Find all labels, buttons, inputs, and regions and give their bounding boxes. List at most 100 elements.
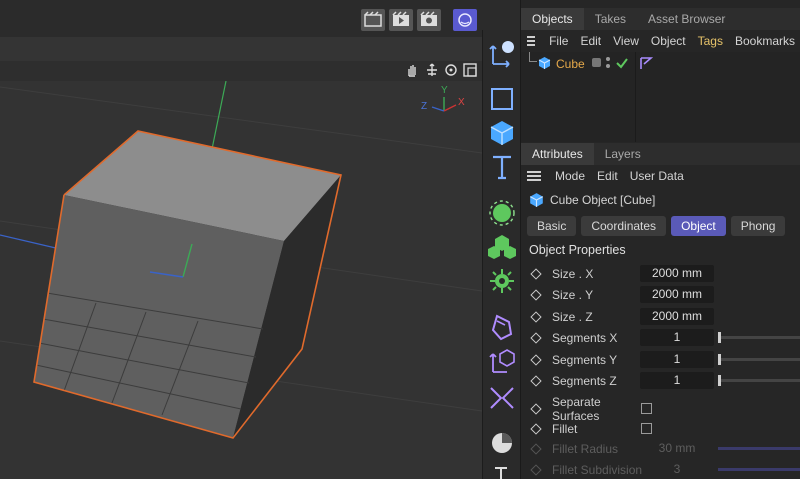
viewport-scene	[0, 81, 482, 439]
segments-z-slider[interactable]	[718, 379, 800, 382]
cube-icon	[538, 57, 551, 69]
keyframe-diamond-icon[interactable]	[530, 331, 542, 344]
move-icon[interactable]	[424, 62, 440, 78]
keyframe-diamond-icon[interactable]	[530, 422, 542, 435]
keyframe-diamond-icon[interactable]	[530, 353, 542, 366]
segments-y-row: Segments Y 1	[521, 349, 800, 370]
cube-icon	[529, 193, 544, 207]
visibility-dot-top[interactable]	[606, 57, 610, 61]
camera-tool[interactable]	[485, 458, 519, 479]
subtab-basic[interactable]: Basic	[527, 216, 577, 236]
3d-viewport[interactable]: Y Z X	[0, 81, 482, 479]
keyframe-diamond-icon[interactable]	[530, 402, 542, 415]
axis-gizmo: Y Z X	[418, 85, 468, 121]
render-settings-icon[interactable]	[417, 9, 441, 31]
fillet-radius-label: Fillet Radius	[552, 441, 619, 456]
segments-z-field[interactable]: 1	[640, 372, 714, 389]
segments-z-slider-knob[interactable]	[718, 375, 721, 386]
segments-y-field[interactable]: 1	[640, 351, 714, 368]
size-z-field[interactable]: 2000 mm	[640, 308, 714, 325]
fillet-checkbox[interactable]	[641, 423, 652, 434]
render-view-icon[interactable]	[361, 9, 385, 31]
field-tool[interactable]	[485, 344, 519, 378]
axis-label-y: Y	[441, 85, 448, 96]
tab-objects[interactable]: Objects	[521, 8, 584, 30]
fillet-radius-field: 30 mm	[658, 441, 696, 455]
menu-bookmarks[interactable]: Bookmarks	[729, 34, 800, 48]
size-x-field[interactable]: 2000 mm	[640, 265, 714, 282]
size-z-row: Size . Z 2000 mm	[521, 306, 800, 327]
hamburger-icon[interactable]	[527, 36, 536, 46]
keyframe-diamond-icon[interactable]	[530, 374, 542, 387]
attributes-header: Cube Object [Cube]	[521, 188, 800, 212]
deformer-tool[interactable]	[485, 310, 519, 344]
menu-edit[interactable]: Edit	[591, 169, 624, 183]
size-x-label: Size . X	[552, 266, 594, 281]
subtab-object[interactable]: Object	[671, 216, 726, 236]
viewport-menubar	[0, 37, 482, 61]
segments-x-slider[interactable]	[718, 336, 800, 339]
attributes-menubar: Mode Edit User Data	[521, 165, 800, 187]
visibility-dot-bottom[interactable]	[606, 64, 610, 68]
check-icon[interactable]	[615, 56, 629, 70]
phong-tag-icon[interactable]	[639, 56, 653, 70]
spline-rectangle-tool[interactable]	[485, 82, 519, 116]
tab-takes[interactable]: Takes	[584, 8, 637, 30]
render-icon[interactable]	[389, 9, 413, 31]
separate-surfaces-checkbox[interactable]	[641, 403, 652, 414]
menu-view[interactable]: View	[607, 34, 645, 48]
segments-x-label: Segments X	[552, 330, 618, 345]
fillet-subdivision-field: 3	[673, 462, 681, 476]
fillet-radius-row: Fillet Radius 30 mm	[521, 438, 800, 459]
light-tool[interactable]	[485, 426, 519, 460]
subtab-phong[interactable]: Phong	[730, 216, 786, 236]
tab-layers[interactable]: Layers	[594, 143, 652, 165]
keyframe-diamond-icon	[530, 463, 542, 476]
fillet-subdivision-slider	[718, 468, 800, 471]
menu-edit[interactable]: Edit	[574, 34, 607, 48]
text-tool[interactable]	[485, 150, 519, 184]
cube-object-tool[interactable]	[485, 116, 519, 150]
segments-x-slider-knob[interactable]	[718, 332, 721, 343]
cloner-tool[interactable]	[485, 230, 519, 264]
menu-object[interactable]: Object	[645, 34, 692, 48]
maximize-icon[interactable]	[462, 62, 478, 78]
keyframe-diamond-icon[interactable]	[530, 310, 542, 323]
tool-icon[interactable]	[453, 9, 477, 31]
object-name[interactable]: Cube	[556, 57, 585, 71]
fillet-subdivision-label: Fillet Subdivision	[552, 462, 643, 477]
menu-file[interactable]: File	[543, 34, 574, 48]
segments-z-row: Segments Z 1	[521, 370, 800, 391]
effector-tool[interactable]	[485, 264, 519, 298]
size-x-row: Size . X 2000 mm	[521, 263, 800, 284]
segments-y-slider-knob[interactable]	[718, 354, 721, 365]
hamburger-icon[interactable]	[527, 171, 541, 181]
keyframe-diamond-icon[interactable]	[530, 288, 542, 301]
tab-asset-browser[interactable]: Asset Browser	[637, 8, 736, 30]
menu-tags[interactable]: Tags	[692, 34, 729, 48]
list-item[interactable]: Cube	[521, 52, 800, 74]
subtab-coordinates[interactable]: Coordinates	[581, 216, 667, 236]
spline-deform-tool[interactable]	[485, 380, 519, 414]
objects-tabbar: Objects Takes Asset Browser	[521, 8, 800, 30]
objects-menubar: File Edit View Object Tags Bookmarks	[521, 30, 800, 52]
null-object-tool[interactable]	[485, 36, 519, 70]
layer-icon[interactable]	[592, 58, 601, 67]
menu-user-data[interactable]: User Data	[624, 169, 690, 183]
hand-icon[interactable]	[404, 62, 420, 78]
rotate-icon[interactable]	[443, 62, 459, 78]
keyframe-diamond-icon	[530, 442, 542, 455]
size-y-field[interactable]: 2000 mm	[640, 286, 714, 303]
keyframe-diamond-icon[interactable]	[530, 267, 542, 280]
segments-y-slider[interactable]	[718, 358, 800, 361]
attributes-tabbar: Attributes Layers	[521, 143, 800, 165]
fillet-subdivision-row: Fillet Subdivision 3	[521, 459, 800, 479]
tab-attributes[interactable]: Attributes	[521, 143, 594, 165]
fillet-label: Fillet	[552, 421, 578, 436]
attribute-subtabs: Basic Coordinates Object Phong	[527, 216, 786, 236]
segments-x-field[interactable]: 1	[640, 329, 714, 346]
subdivision-tool[interactable]	[485, 196, 519, 230]
menu-mode[interactable]: Mode	[549, 169, 591, 183]
separate-surfaces-row: Separate Surfaces	[521, 395, 800, 423]
fillet-row: Fillet	[521, 418, 800, 439]
